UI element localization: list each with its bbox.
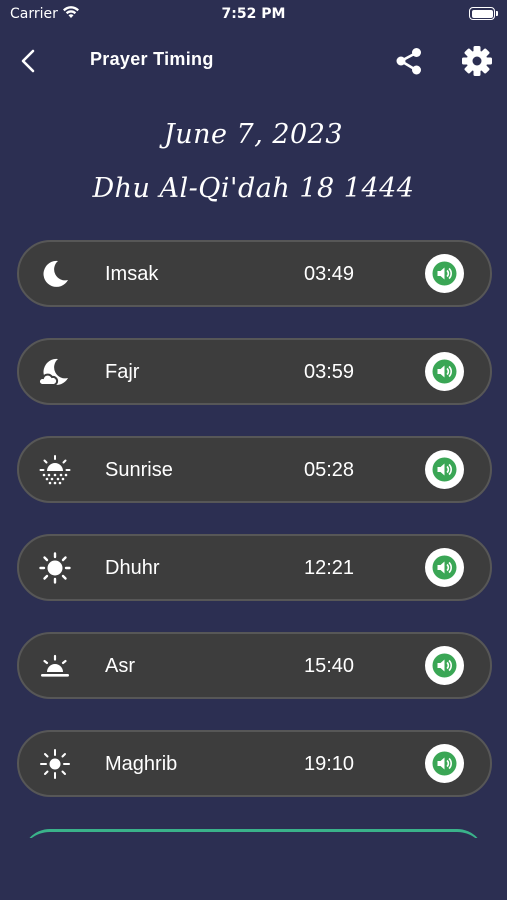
speaker-icon xyxy=(432,653,457,678)
sun-icon xyxy=(39,552,71,584)
sound-toggle-button[interactable] xyxy=(425,352,464,391)
navigation-bar: Prayer Timing xyxy=(0,38,507,84)
hijri-date: Dhu Al-Qi'dah 18 1444 xyxy=(92,173,415,204)
speaker-icon xyxy=(432,457,457,482)
prayer-name: Fajr xyxy=(105,361,140,383)
settings-button[interactable] xyxy=(460,44,494,78)
prayer-time: 03:59 xyxy=(304,361,355,383)
prayer-name: Maghrib xyxy=(105,753,178,775)
back-button[interactable] xyxy=(14,46,44,76)
sound-toggle-button[interactable] xyxy=(425,450,464,489)
crescent-moon-icon xyxy=(43,260,68,287)
prayer-time: 15:40 xyxy=(304,655,355,677)
prayer-row-maghrib: Maghrib 19:10 xyxy=(17,730,492,797)
sound-toggle-button[interactable] xyxy=(425,254,464,293)
prayer-name: Asr xyxy=(105,655,135,677)
sunrise-icon xyxy=(39,455,71,485)
moon-cloud-icon xyxy=(39,358,68,386)
prayer-name: Dhuhr xyxy=(105,557,160,579)
sun-horizon-icon xyxy=(41,654,69,677)
speaker-icon xyxy=(432,751,457,776)
bottom-area xyxy=(0,838,507,900)
speaker-icon xyxy=(432,555,457,580)
chevron-left-icon xyxy=(21,49,35,73)
speaker-icon xyxy=(432,261,457,286)
sound-toggle-button[interactable] xyxy=(425,548,464,587)
prayer-time: 12:21 xyxy=(304,557,355,579)
prayer-row-imsak: Imsak 03:49 xyxy=(17,240,492,307)
status-time: 7:52 PM xyxy=(221,6,286,22)
gear-icon xyxy=(462,46,492,76)
status-bar: Carrier 7:52 PM xyxy=(0,0,507,30)
prayer-time: 19:10 xyxy=(304,753,355,775)
page-title: Prayer Timing xyxy=(90,49,214,69)
prayer-row-dhuhr: Dhuhr 12:21 xyxy=(17,534,492,601)
prayer-row-asr: Asr 15:40 xyxy=(17,632,492,699)
sunset-icon xyxy=(40,749,70,779)
sound-toggle-button[interactable] xyxy=(425,646,464,685)
prayer-row-sunrise: Sunrise 05:28 xyxy=(17,436,492,503)
date-block: June 7, 2023 Dhu Al-Qi'dah 18 1444 xyxy=(0,108,507,216)
prayer-name: Imsak xyxy=(105,263,159,285)
prayer-name: Sunrise xyxy=(105,459,173,481)
prayer-list: Imsak 03:49 Fajr 03:59 Sunrise 05:28 Dhu… xyxy=(17,240,492,828)
prayer-row-fajr: Fajr 03:59 xyxy=(17,338,492,405)
gregorian-date: June 7, 2023 xyxy=(163,119,344,150)
sound-toggle-button[interactable] xyxy=(425,744,464,783)
share-button[interactable] xyxy=(392,44,426,78)
battery-icon xyxy=(469,7,498,20)
share-icon xyxy=(396,48,421,75)
prayer-time: 03:49 xyxy=(304,263,355,285)
prayer-time: 05:28 xyxy=(304,459,355,481)
speaker-icon xyxy=(432,359,457,384)
